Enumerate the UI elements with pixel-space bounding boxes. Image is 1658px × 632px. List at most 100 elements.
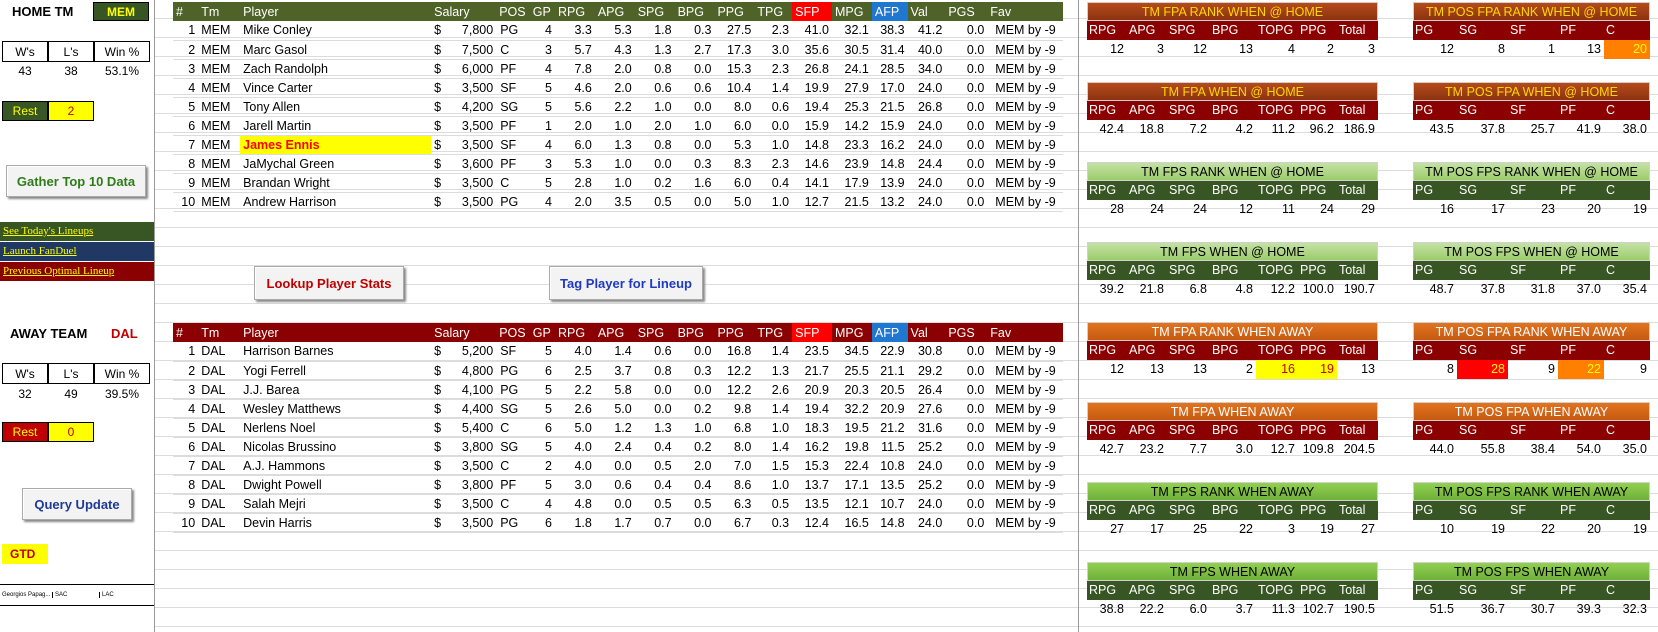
home-cell-bpg: 1.6 <box>674 173 715 193</box>
mini-row: Georgios Papag... SAC LAC <box>0 584 154 606</box>
stat-block-header-row: PG SG SF PF C <box>1413 181 1650 200</box>
home-cell-tpg: 0.4 <box>754 173 793 193</box>
home-player-row[interactable]: 6 MEM Jarell Martin $3,500 PF 1 2.0 1.0 2.0 1.0 6.… <box>173 116 1063 136</box>
home-winpct-header: Win % <box>94 41 150 62</box>
home-rest-value[interactable]: 2 <box>48 101 94 121</box>
home-cell-player-name[interactable]: JaMychal Green <box>240 154 432 174</box>
stat-block-value-row: 39.2 21.8 6.8 4.8 12.2 100.0 190.7 <box>1087 280 1378 299</box>
home-player-row[interactable]: 4 MEM Vince Carter $3,500 SF 5 4.6 2.0 0.6 0.6 10.… <box>173 78 1063 98</box>
away-cell-team: DAL <box>198 437 241 457</box>
away-player-row[interactable]: 7 DAL A.J. Hammons $3,500 C 2 4.0 0.0 0.5 2.0 7.0 1… <box>173 456 1063 476</box>
home-player-row[interactable]: 9 MEM Brandan Wright $3,500 C 5 2.8 1.0 0.2 1.6 6.… <box>173 173 1063 193</box>
home-cell-player-name[interactable]: Marc Gasol <box>240 40 432 60</box>
away-cell-tpg: 1.0 <box>754 475 793 495</box>
stat-value: 28 <box>1110 202 1124 216</box>
away-col-val: Val <box>907 323 946 342</box>
stat-col-total: Total <box>1339 423 1366 437</box>
away-cell-player-name[interactable]: Harrison Barnes <box>240 342 432 362</box>
away-cell-tpg: 1.4 <box>754 342 793 362</box>
away-player-row[interactable]: 9 DAL Salah Mejri $3,500 C 4 4.8 0.0 0.5 0.5 6.3 0.… <box>173 494 1063 514</box>
away-cell-player-name[interactable]: Nicolas Brussino <box>240 437 432 457</box>
home-cell-player-name[interactable]: Zach Randolph <box>240 59 432 79</box>
home-player-row[interactable]: 7 MEM James Ennis $3,500 SF 4 6.0 1.3 0.8 0.0 5.3 1… <box>173 135 1063 155</box>
home-player-row[interactable]: 10 MEM Andrew Harrison $3,500 PG 4 2.0 3.5 0.5 0.… <box>173 192 1063 212</box>
away-cell-team: DAL <box>198 418 241 438</box>
away-player-row[interactable]: 3 DAL J.J. Barea $4,100 PG 5 2.2 5.8 0.0 0.0 12.2 2… <box>173 380 1063 400</box>
stat-value: 48.7 <box>1429 282 1454 296</box>
away-cell-player-name[interactable]: A.J. Hammons <box>240 456 432 476</box>
stat-block-header-row: PG SG SF PF C <box>1413 581 1650 600</box>
home-cell-spg: 0.0 <box>634 154 675 174</box>
away-cell-position: PG <box>496 380 530 400</box>
home-cell-player-name[interactable]: Jarell Martin <box>240 116 432 136</box>
away-player-row[interactable]: 4 DAL Wesley Matthews $4,400 SG 5 2.6 5.0 0.0 0.2… <box>173 399 1063 419</box>
away-cell-position: C <box>496 418 530 438</box>
launch-fanduel-link[interactable]: Launch FanDuel <box>0 242 154 261</box>
away-cell-player-name[interactable]: Nerlens Noel <box>240 418 432 438</box>
away-player-row[interactable]: 6 DAL Nicolas Brussino $3,800 SG 5 4.0 2.4 0.4 0.… <box>173 437 1063 457</box>
stat-value: 1 <box>1548 42 1555 56</box>
away-player-row[interactable]: 8 DAL Dwight Powell $3,800 PF 5 3.0 0.6 0.4 0.4 8.… <box>173 475 1063 495</box>
home-player-row[interactable]: 8 MEM JaMychal Green $3,600 PF 3 5.3 1.0 0.0 0.3 8… <box>173 154 1063 174</box>
home-cell-mpg: 32.1 <box>832 21 872 41</box>
away-rest-value[interactable]: 0 <box>48 422 94 442</box>
home-cell-player-name[interactable]: Andrew Harrison <box>240 192 432 212</box>
away-col-ppg: PPG <box>714 323 755 342</box>
home-cell-player-name[interactable]: James Ennis <box>240 135 432 155</box>
home-cell-fav: MEM by -9 <box>987 40 1063 60</box>
stat-block-header-row: PG SG SF PF C <box>1413 501 1650 520</box>
stat-col-apg: APG <box>1129 23 1156 37</box>
away-cell-player-name[interactable]: Yogi Ferrell <box>240 361 432 381</box>
stat-col-sg: SG <box>1459 183 1478 197</box>
home-cell-player-name[interactable]: Brandan Wright <box>240 173 432 193</box>
away-cell-afp: 21.2 <box>871 418 908 438</box>
home-cell-player-name[interactable]: Vince Carter <box>240 78 432 98</box>
away-cell-player-name[interactable]: J.J. Barea <box>240 380 432 400</box>
away-winpct: 39.5% <box>104 387 140 401</box>
away-cell-player-name[interactable]: Wesley Matthews <box>240 399 432 419</box>
away-cell-rank: 3 <box>173 380 199 400</box>
away-cell-rank: 9 <box>173 494 199 514</box>
todays-lineups-link[interactable]: See Today's Lineups <box>0 222 154 241</box>
stat-value: 96.2 <box>1309 122 1334 136</box>
home-cell-mpg: 21.5 <box>832 192 872 212</box>
away-cell-gp: 5 <box>529 380 555 400</box>
home-cell-rpg: 5.3 <box>554 154 595 174</box>
home-player-row[interactable]: 2 MEM Marc Gasol $7,500 C 3 5.7 4.3 1.3 2.7 17.3 3.… <box>173 40 1063 60</box>
away-cell-salary-dollar: $ <box>431 475 448 495</box>
stat-value: 25 <box>1193 522 1207 536</box>
away-player-row[interactable]: 10 DAL Devin Harris $3,500 PG 6 1.8 1.7 0.7 0.0 6.… <box>173 513 1063 533</box>
stat-value: 17 <box>1491 202 1505 216</box>
away-cell-salary: 3,500 <box>447 513 497 533</box>
home-cell-position: SF <box>496 135 530 155</box>
home-cell-salary-dollar: $ <box>431 192 448 212</box>
home-winpct: 53.1% <box>104 64 140 78</box>
away-cell-salary-dollar: $ <box>431 399 448 419</box>
gather-top10-button[interactable]: Gather Top 10 Data <box>6 165 146 197</box>
home-player-row[interactable]: 1 MEM Mike Conley $7,800 PG 4 3.3 5.3 1.8 0.3 27.5… <box>173 21 1063 41</box>
away-cell-salary-dollar: $ <box>431 513 448 533</box>
home-cell-player-name[interactable]: Mike Conley <box>240 21 432 41</box>
query-update-button[interactable]: Query Update <box>22 488 132 520</box>
away-cell-pgs: 0.0 <box>945 342 988 362</box>
away-cell-player-name[interactable]: Dwight Powell <box>240 475 432 495</box>
home-cell-tpg: 1.0 <box>754 135 793 155</box>
tag-player-lineup-button[interactable]: Tag Player for Lineup <box>549 266 703 300</box>
away-player-row[interactable]: 5 DAL Nerlens Noel $5,400 C 6 5.0 1.2 1.3 1.0 6.8 1… <box>173 418 1063 438</box>
away-player-row[interactable]: 1 DAL Harrison Barnes $5,200 SF 5 4.0 1.4 0.6 0.0… <box>173 342 1063 362</box>
home-cell-player-name[interactable]: Tony Allen <box>240 97 432 117</box>
home-player-row[interactable]: 5 MEM Tony Allen $4,200 SG 5 5.6 2.2 1.0 0.0 8.0 0.… <box>173 97 1063 117</box>
previous-optimal-lineup-link[interactable]: Previous Optimal Lineup <box>0 262 154 281</box>
away-cell-player-name[interactable]: Devin Harris <box>240 513 432 533</box>
home-player-row[interactable]: 3 MEM Zach Randolph $6,000 PF 4 7.8 2.0 0.8 0.0 15… <box>173 59 1063 79</box>
home-cell-team: MEM <box>198 135 241 155</box>
stat-col-total: Total <box>1339 183 1366 197</box>
team-block-title: TM FPA RANK WHEN @ HOME <box>1087 2 1378 21</box>
lookup-player-stats-button[interactable]: Lookup Player Stats <box>254 266 404 300</box>
away-cell-rank: 6 <box>173 437 199 457</box>
stat-col-sf: SF <box>1510 183 1526 197</box>
stat-col-bpg: BPG <box>1212 423 1239 437</box>
home-cell-rpg: 2.0 <box>554 192 595 212</box>
away-player-row[interactable]: 2 DAL Yogi Ferrell $4,800 PG 6 2.5 3.7 0.8 0.3 12.… <box>173 361 1063 381</box>
away-cell-player-name[interactable]: Salah Mejri <box>240 494 432 514</box>
